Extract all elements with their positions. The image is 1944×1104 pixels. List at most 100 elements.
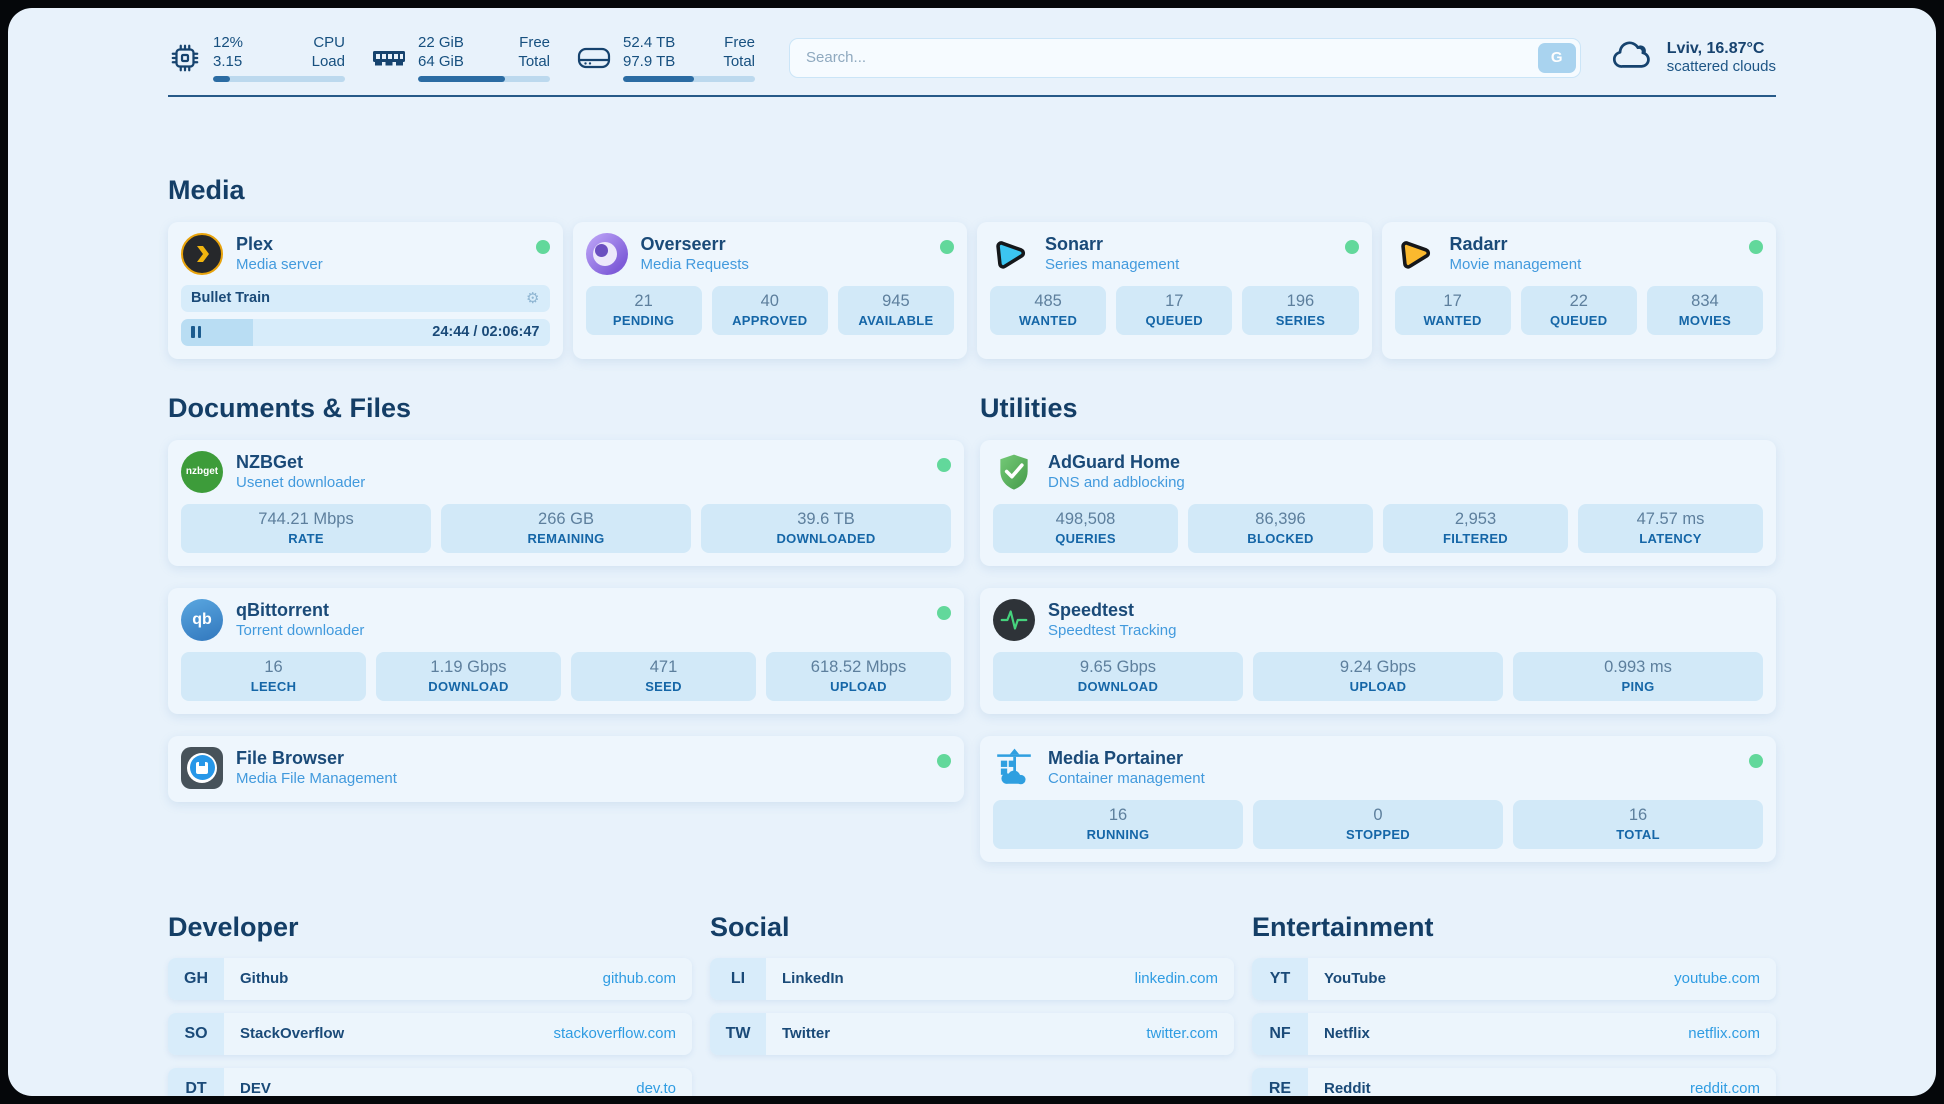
app-name: Overseerr: [641, 234, 749, 255]
google-search-button[interactable]: G: [1538, 43, 1576, 73]
app-card-radarr[interactable]: Radarr Movie management 17 WANTED 22 QUE…: [1382, 222, 1777, 359]
link-netflix[interactable]: NF Netflix netflix.com: [1252, 1013, 1776, 1055]
app-name: qBittorrent: [236, 600, 364, 621]
link-linkedin[interactable]: LI LinkedIn linkedin.com: [710, 958, 1234, 1000]
dashboard-page: 12% 3.15 CPU Load: [8, 8, 1936, 1096]
stat-series: 196 SERIES: [1242, 286, 1358, 335]
stat-queued: 22 QUEUED: [1521, 286, 1637, 335]
now-playing-title: Bullet Train: [191, 290, 270, 306]
search-input[interactable]: [789, 38, 1581, 78]
cpu-widget: 12% 3.15 CPU Load: [168, 34, 345, 82]
link-youtube[interactable]: YT YouTube youtube.com: [1252, 958, 1776, 1000]
social-column: Social LI LinkedIn linkedin.com TW Twitt…: [710, 912, 1234, 1097]
link-badge: RE: [1252, 1068, 1308, 1097]
app-card-filebrowser[interactable]: File Browser Media File Management: [168, 736, 964, 802]
section-title-entertainment: Entertainment: [1252, 912, 1776, 943]
memory-total: 64 GiB: [418, 53, 464, 72]
section-title-developer: Developer: [168, 912, 692, 943]
pause-icon[interactable]: [191, 326, 201, 338]
disk-progress-bar: [623, 76, 755, 82]
app-description: Usenet downloader: [236, 474, 365, 491]
ram-icon: [371, 45, 407, 71]
qbittorrent-icon: qb: [181, 599, 223, 641]
app-description: Speedtest Tracking: [1048, 622, 1176, 639]
link-url: reddit.com: [1690, 1080, 1760, 1096]
app-name: Radarr: [1450, 234, 1582, 255]
disk-free: 52.4 TB: [623, 34, 675, 53]
link-stackoverflow[interactable]: SO StackOverflow stackoverflow.com: [168, 1013, 692, 1055]
status-dot-online: [536, 240, 550, 254]
memory-free-label: Free: [518, 34, 550, 53]
stat-ping: 0.993 ms PING: [1513, 652, 1763, 701]
app-card-adguard[interactable]: AdGuard Home DNS and adblocking 498,508 …: [980, 440, 1776, 566]
app-name: File Browser: [236, 748, 397, 769]
link-twitter[interactable]: TW Twitter twitter.com: [710, 1013, 1234, 1055]
status-dot-online: [937, 754, 951, 768]
stat-upload: 618.52 Mbps UPLOAD: [766, 652, 951, 701]
link-badge: DT: [168, 1068, 224, 1097]
link-reddit[interactable]: RE Reddit reddit.com: [1252, 1068, 1776, 1097]
app-card-qbittorrent[interactable]: qb qBittorrent Torrent downloader 16 LEE…: [168, 588, 964, 714]
memory-free: 22 GiB: [418, 34, 464, 53]
stat-downloaded: 39.6 TB DOWNLOADED: [701, 504, 951, 553]
section-title-social: Social: [710, 912, 1234, 943]
link-url: twitter.com: [1146, 1025, 1218, 1042]
link-name: YouTube: [1324, 970, 1386, 987]
stat-download: 9.65 Gbps DOWNLOAD: [993, 652, 1243, 701]
app-card-speedtest[interactable]: Speedtest Speedtest Tracking 9.65 Gbps D…: [980, 588, 1776, 714]
overseerr-icon: [586, 233, 628, 275]
stat-remaining: 266 GB REMAINING: [441, 504, 691, 553]
adguard-icon: [993, 451, 1035, 493]
stat-queued: 17 QUEUED: [1116, 286, 1232, 335]
cpu-icon: [168, 41, 202, 75]
disk-total-label: Total: [723, 53, 755, 72]
disk-widget: 52.4 TB 97.9 TB Free Total: [576, 34, 755, 82]
topbar: 12% 3.15 CPU Load: [168, 34, 1776, 82]
weather-widget: Lviv, 16.87°C scattered clouds: [1611, 38, 1776, 77]
stat-pending: 21 PENDING: [586, 286, 702, 335]
stat-seed: 471 SEED: [571, 652, 756, 701]
link-name: LinkedIn: [782, 970, 844, 987]
app-description: Media Requests: [641, 256, 749, 273]
disk-icon: [576, 44, 612, 72]
status-dot-online: [1749, 754, 1763, 768]
app-name: NZBGet: [236, 452, 365, 473]
link-dev-to[interactable]: DT DEV dev.to: [168, 1068, 692, 1097]
memory-total-label: Total: [518, 53, 550, 72]
playback-progress-row: 24:44 / 02:06:47: [181, 319, 550, 346]
stat-blocked: 86,396 BLOCKED: [1188, 504, 1373, 553]
link-url: netflix.com: [1688, 1025, 1760, 1042]
now-playing-title-row: Bullet Train ⚙: [181, 285, 550, 312]
link-name: Github: [240, 970, 288, 987]
stat-stopped: 0 STOPPED: [1253, 800, 1503, 849]
status-dot-online: [1345, 240, 1359, 254]
gear-icon[interactable]: ⚙: [526, 291, 539, 306]
weather-condition: scattered clouds: [1667, 58, 1776, 75]
app-card-nzbget[interactable]: nzbget NZBGet Usenet downloader 744.21 M…: [168, 440, 964, 566]
stat-wanted: 17 WANTED: [1395, 286, 1511, 335]
app-card-overseerr[interactable]: Overseerr Media Requests 21 PENDING 40 A…: [573, 222, 968, 359]
app-card-portainer[interactable]: Media Portainer Container management 16 …: [980, 736, 1776, 862]
app-name: AdGuard Home: [1048, 452, 1185, 473]
plex-now-playing: Bullet Train ⚙ 24:44 / 02:06:47: [181, 285, 550, 346]
link-badge: YT: [1252, 958, 1308, 1000]
link-name: DEV: [240, 1080, 271, 1096]
stat-latency: 47.57 ms LATENCY: [1578, 504, 1763, 553]
playback-time: 24:44 / 02:06:47: [432, 324, 539, 340]
speedtest-icon: [993, 599, 1035, 641]
stat-total: 16 TOTAL: [1513, 800, 1763, 849]
stat-movies: 834 MOVIES: [1647, 286, 1763, 335]
nzbget-icon: nzbget: [181, 451, 223, 493]
stat-filtered: 2,953 FILTERED: [1383, 504, 1568, 553]
link-github[interactable]: GH Github github.com: [168, 958, 692, 1000]
link-url: youtube.com: [1674, 970, 1760, 987]
entertainment-column: Entertainment YT YouTube youtube.com NF …: [1252, 912, 1776, 1097]
app-card-plex[interactable]: Plex Media server Bullet Train ⚙ 24:44 /…: [168, 222, 563, 359]
media-grid: Plex Media server Bullet Train ⚙ 24:44 /…: [168, 222, 1776, 359]
cpu-usage: 12%: [213, 34, 243, 53]
link-url: linkedin.com: [1135, 970, 1218, 987]
app-card-sonarr[interactable]: Sonarr Series management 485 WANTED 17 Q…: [977, 222, 1372, 359]
cpu-progress-bar: [213, 76, 345, 82]
disk-total: 97.9 TB: [623, 53, 675, 72]
link-badge: GH: [168, 958, 224, 1000]
